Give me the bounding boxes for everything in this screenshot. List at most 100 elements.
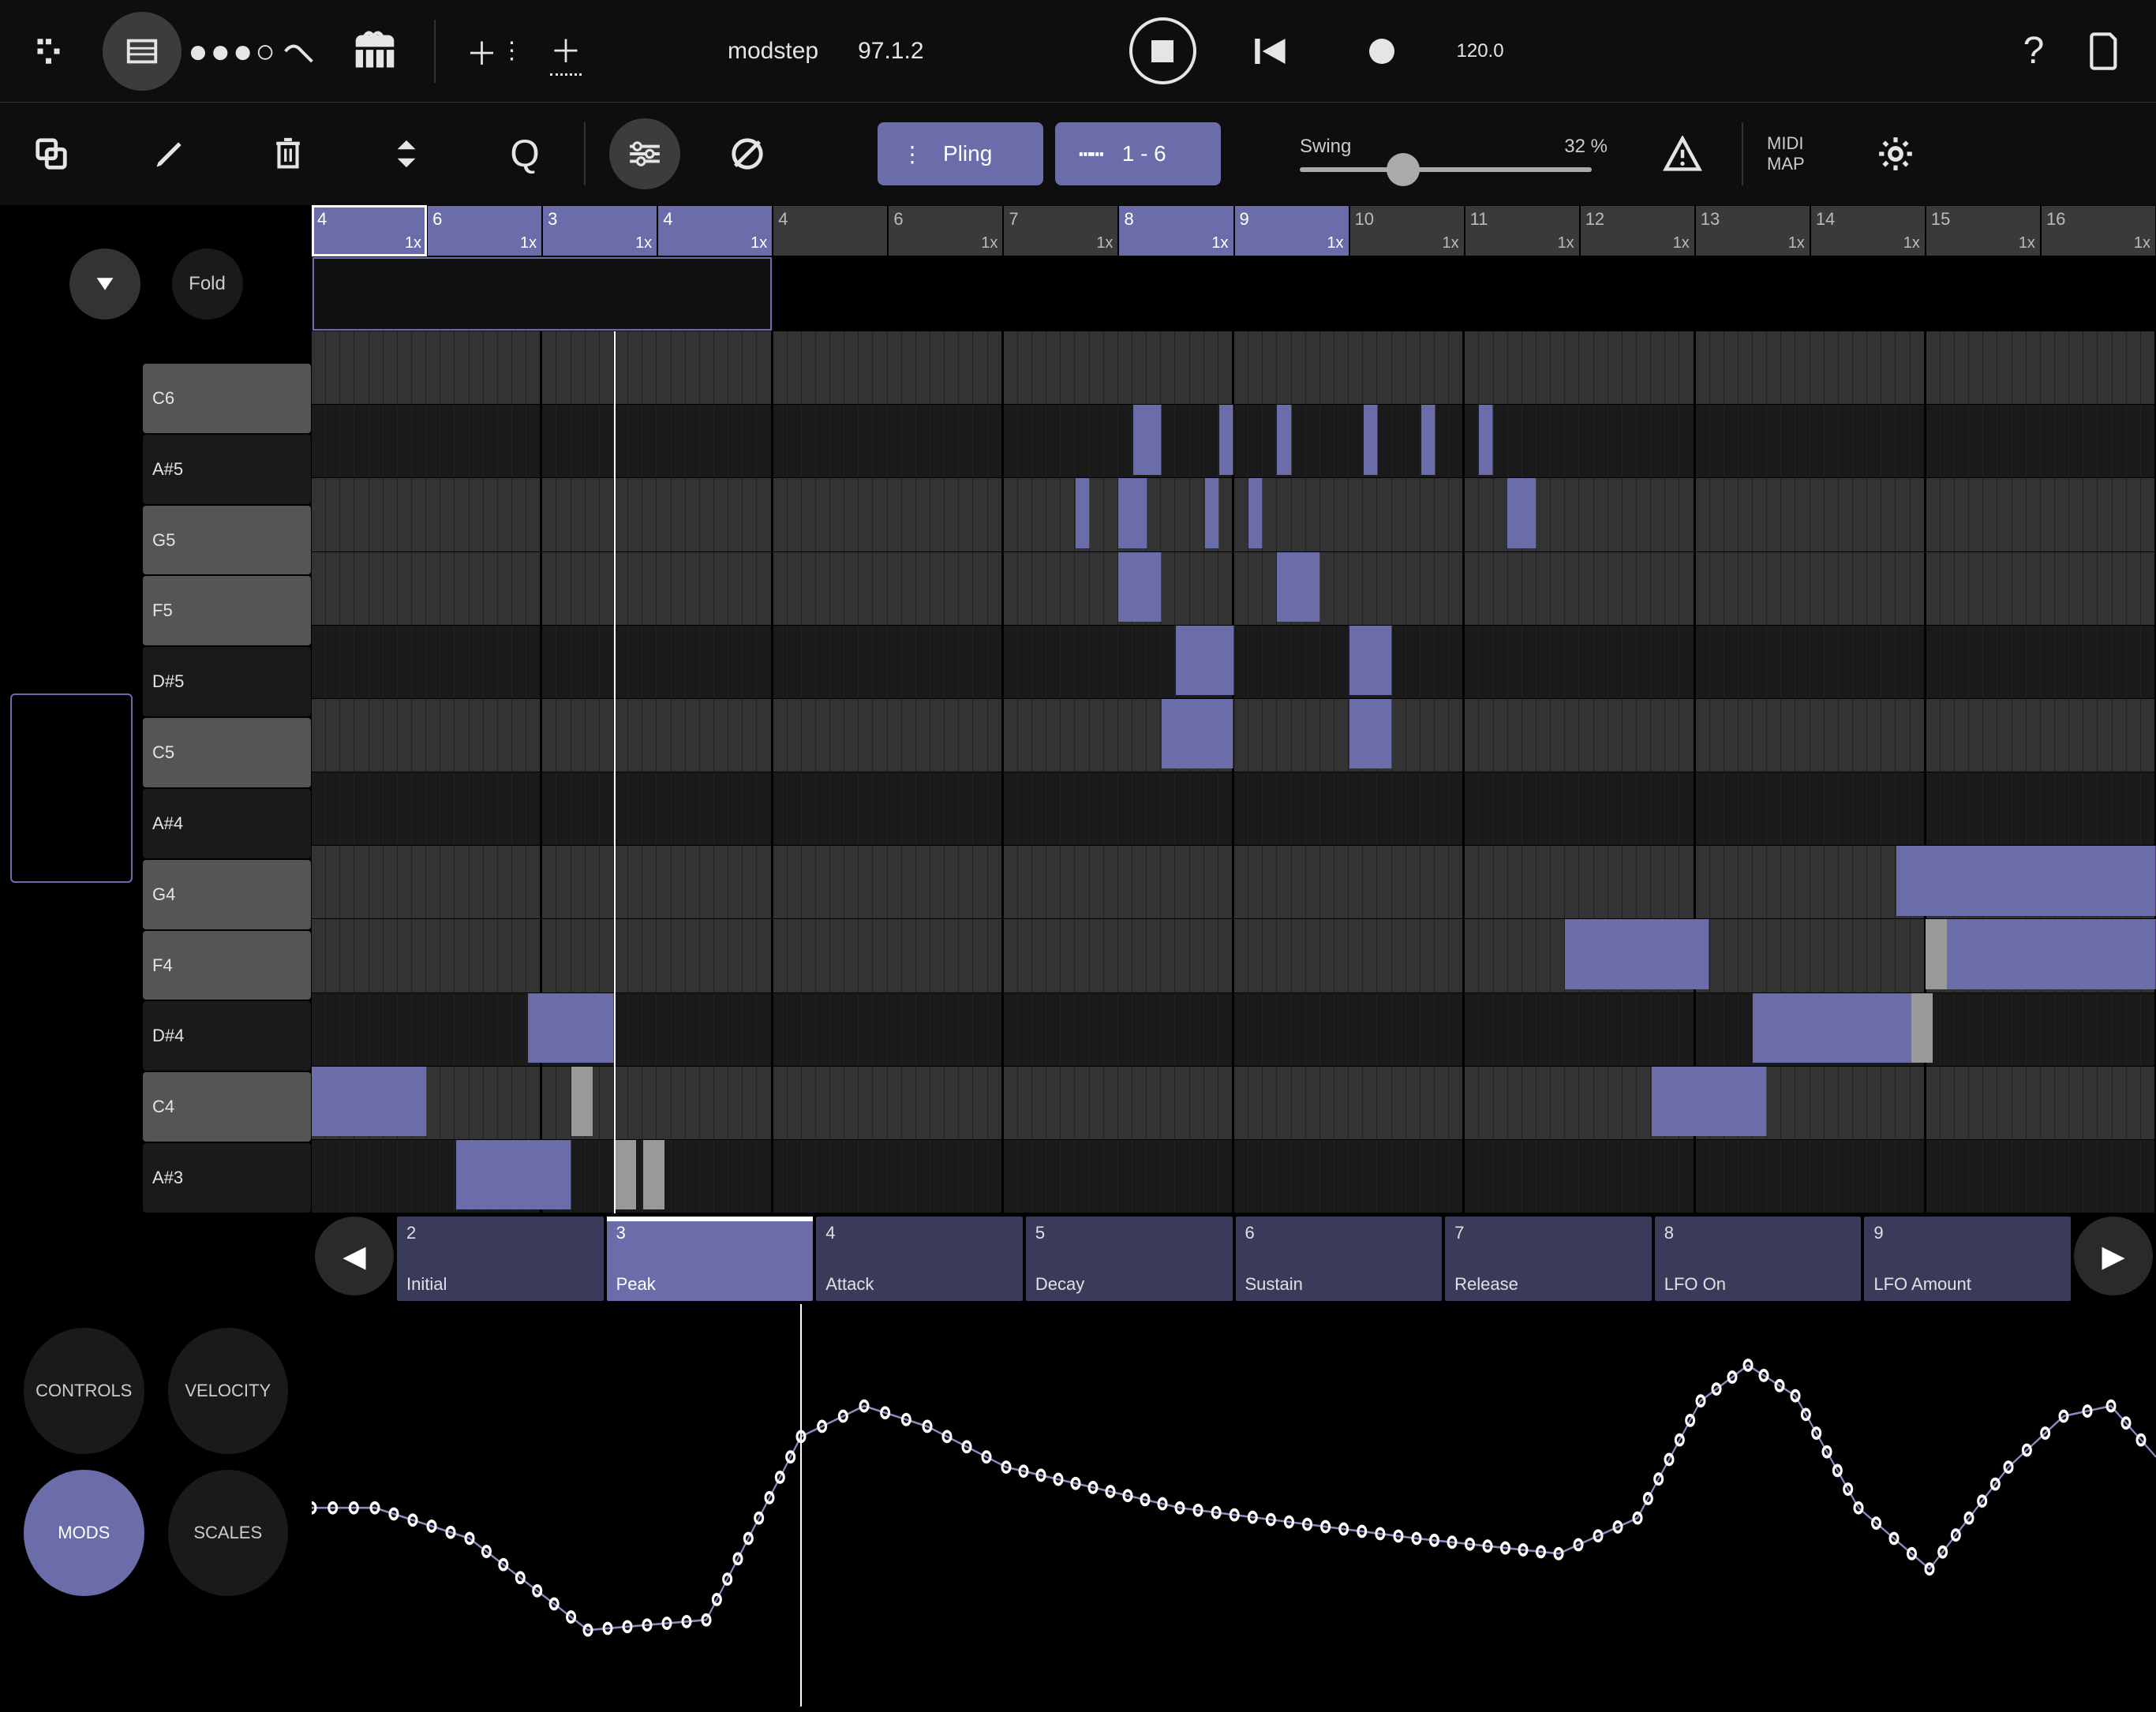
mod-slot[interactable]: 9LFO Amount (1864, 1217, 2071, 1301)
piano-key[interactable]: C6 (143, 364, 311, 433)
sort-icon[interactable] (371, 118, 442, 189)
note[interactable] (312, 1067, 427, 1137)
mod-slot[interactable]: 6Sustain (1236, 1217, 1443, 1301)
duplicate-icon[interactable] (16, 118, 87, 189)
file-icon[interactable] (2069, 16, 2140, 87)
warning-icon[interactable] (1647, 118, 1718, 189)
mod-slot[interactable]: 7Release (1445, 1217, 1652, 1301)
note[interactable] (1118, 552, 1162, 622)
piano-key[interactable]: A#3 (143, 1143, 311, 1213)
piano-key[interactable]: C4 (143, 1072, 311, 1142)
piano-key[interactable]: F4 (143, 931, 311, 1000)
mod-next-button[interactable]: ▶ (2074, 1217, 2153, 1295)
piano-key[interactable]: G4 (143, 860, 311, 929)
bar-slot[interactable]: 101x (1349, 205, 1465, 256)
velocity-bar[interactable] (643, 1140, 664, 1210)
bar-slot[interactable]: 161x (2041, 205, 2156, 256)
keyboard-icon[interactable] (339, 16, 410, 87)
page-range-button[interactable]: ┅┅ 1 - 6 (1055, 122, 1221, 185)
session-view-icon[interactable] (16, 16, 87, 87)
bar-slot[interactable]: 141x (1810, 205, 1926, 256)
piano-key[interactable]: D#5 (143, 647, 311, 716)
loop-segment[interactable] (773, 256, 1233, 331)
settings-icon[interactable] (1860, 118, 1931, 189)
bar-slot[interactable]: 61x (427, 205, 542, 256)
controls-button[interactable]: CONTROLS (24, 1328, 144, 1454)
mod-slot[interactable]: 5Decay (1026, 1217, 1233, 1301)
quantize-icon[interactable]: Q (489, 118, 560, 189)
piano-key[interactable]: A#5 (143, 435, 311, 504)
dropdown-triangle-button[interactable] (69, 249, 140, 320)
note[interactable] (1753, 993, 1926, 1063)
stop-button[interactable] (1129, 17, 1196, 84)
add-column-icon[interactable]: ＋⋮ (459, 16, 530, 87)
help-icon[interactable]: ? (1998, 16, 2069, 87)
note-grid[interactable] (312, 331, 2156, 1213)
overview-thumb[interactable] (10, 693, 133, 883)
wave-icon[interactable] (268, 16, 339, 87)
note[interactable] (1652, 1067, 1767, 1137)
piano-roll-icon[interactable] (103, 12, 182, 91)
loop-segment[interactable] (1234, 256, 1695, 331)
null-icon[interactable] (712, 118, 783, 189)
scales-button[interactable]: SCALES (168, 1470, 289, 1596)
piano-key[interactable]: D#4 (143, 1001, 311, 1071)
note[interactable] (1940, 919, 2156, 989)
bar-slot[interactable]: 91x (1234, 205, 1349, 256)
piano-key[interactable]: A#4 (143, 789, 311, 858)
mods-button[interactable]: MODS (24, 1470, 144, 1596)
swing-control[interactable]: Swing 32 % (1300, 136, 1608, 172)
mod-slot[interactable]: 3Peak (607, 1217, 814, 1301)
note[interactable] (1896, 846, 2156, 916)
note[interactable] (1565, 919, 1709, 989)
record-button[interactable] (1346, 16, 1417, 87)
note[interactable] (1507, 478, 1537, 548)
clip-name-button[interactable]: ⋮ Pling (878, 122, 1043, 185)
velocity-bar[interactable] (1911, 993, 1933, 1063)
fold-button[interactable]: Fold (172, 249, 243, 320)
note[interactable] (456, 1140, 571, 1210)
note[interactable] (1162, 699, 1233, 769)
tempo-display[interactable]: 120.0 (1457, 40, 1504, 62)
loop-segment[interactable] (312, 256, 773, 331)
midi-map-button[interactable]: MIDIMAP (1767, 133, 1805, 175)
loop-segment[interactable] (1695, 256, 2156, 331)
step-dots-icon[interactable]: ●●●○ (197, 16, 268, 87)
bar-slot[interactable]: 111x (1465, 205, 1580, 256)
bar-slot[interactable]: 121x (1580, 205, 1695, 256)
mod-slot[interactable]: 4Attack (816, 1217, 1023, 1301)
note[interactable] (1133, 405, 1162, 475)
velocity-button[interactable]: VELOCITY (168, 1328, 289, 1454)
mod-slot[interactable]: 8LFO On (1655, 1217, 1862, 1301)
rewind-button[interactable] (1236, 16, 1307, 87)
bar-slot[interactable]: 41x (312, 205, 427, 256)
piano-key[interactable]: C5 (143, 718, 311, 787)
note[interactable] (1248, 478, 1263, 548)
automation-lane[interactable] (312, 1304, 2156, 1706)
note[interactable] (1349, 699, 1393, 769)
note[interactable] (1076, 478, 1090, 548)
note[interactable] (1364, 405, 1378, 475)
note[interactable] (528, 993, 615, 1063)
bar-slot[interactable]: 71x (1003, 205, 1118, 256)
note[interactable] (1277, 405, 1291, 475)
note[interactable] (1479, 405, 1493, 475)
note[interactable] (1349, 626, 1393, 696)
note[interactable] (1205, 478, 1219, 548)
piano-key[interactable]: F5 (143, 576, 311, 645)
note[interactable] (1176, 626, 1233, 696)
trash-icon[interactable] (253, 118, 324, 189)
bar-slot[interactable]: 41x (657, 205, 773, 256)
piano-key[interactable]: G5 (143, 506, 311, 575)
bar-slot[interactable]: 131x (1695, 205, 1810, 256)
loop-overview-strip[interactable] (312, 256, 2156, 331)
bar-slot[interactable]: 81x (1118, 205, 1233, 256)
velocity-bar[interactable] (614, 1140, 635, 1210)
velocity-bar[interactable] (1926, 919, 1947, 989)
note[interactable] (1421, 405, 1435, 475)
bar-slot[interactable]: 151x (1926, 205, 2041, 256)
bar-slot[interactable]: 4 (773, 205, 888, 256)
note[interactable] (1277, 552, 1320, 622)
pencil-icon[interactable] (134, 118, 205, 189)
velocity-bar[interactable] (571, 1067, 593, 1137)
